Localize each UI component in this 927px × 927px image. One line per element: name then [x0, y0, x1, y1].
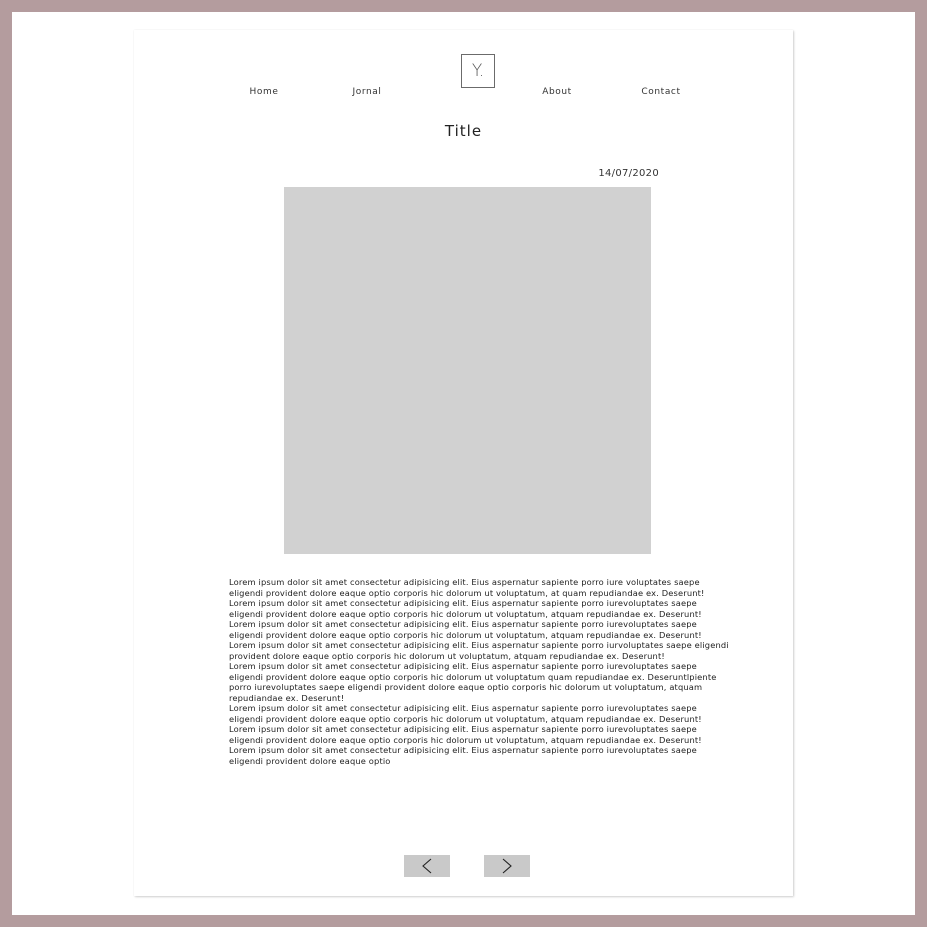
- post-title: Title: [444, 122, 483, 140]
- post-paragraph: Lorem ipsum dolor sit amet consectetur a…: [229, 640, 729, 661]
- post-paragraph: Lorem ipsum dolor sit amet consectetur a…: [229, 703, 702, 724]
- chevron-left-icon: [422, 858, 432, 874]
- nav-contact-link[interactable]: Contact: [641, 87, 680, 97]
- post-paragraph: Lorem ipsum dolor sit amet consectetur a…: [229, 598, 702, 619]
- previous-button[interactable]: [404, 855, 450, 877]
- post-paragraph: Lorem ipsum dolor sit amet consectetur a…: [229, 619, 702, 640]
- nav-home-link[interactable]: Home: [250, 87, 279, 97]
- post-date: 14/07/2020: [598, 168, 659, 179]
- chevron-right-icon: [502, 858, 512, 874]
- post-paragraph: Lorem ipsum dolor sit amet consectetur a…: [229, 661, 717, 703]
- post-image-placeholder: [284, 187, 651, 554]
- post-body: Lorem ipsum dolor sit amet consectetur a…: [229, 577, 729, 833]
- page-background: Home Jornal Y. About Contact Title 14/07…: [12, 12, 915, 915]
- post-paragraph: Lorem ipsum dolor sit amet consectetur a…: [229, 577, 705, 598]
- page-card: Home Jornal Y. About Contact Title 14/07…: [134, 30, 793, 896]
- post-paragraph: Lorem ipsum dolor sit amet consectetur a…: [229, 724, 702, 745]
- next-button[interactable]: [484, 855, 530, 877]
- post-paragraph: Lorem ipsum dolor sit amet consectetur a…: [229, 745, 697, 766]
- nav-jornal-link[interactable]: Jornal: [352, 87, 381, 97]
- logo[interactable]: Y.: [461, 54, 495, 88]
- nav-about-link[interactable]: About: [542, 87, 572, 97]
